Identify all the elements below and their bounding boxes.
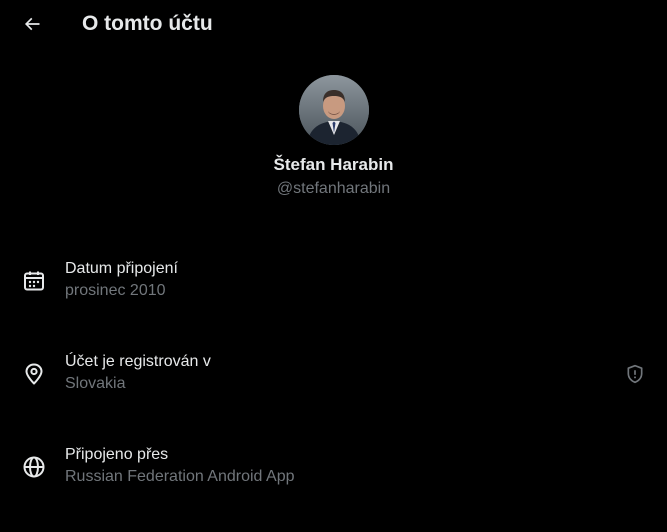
profile-summary: Štefan Harabin @stefanharabin: [0, 75, 667, 199]
globe-icon: [22, 455, 46, 479]
header: O tomto účtu: [0, 0, 667, 48]
back-button[interactable]: [14, 6, 50, 42]
registered-in-value: Slovakia: [65, 375, 126, 392]
connected-via-label: Připojeno přes: [65, 446, 169, 463]
arrow-left-icon: [24, 17, 40, 31]
connected-via-value: Russian Federation Android App: [65, 468, 295, 485]
shield-button[interactable]: [623, 362, 647, 386]
info-row-joined: Datum připojení prosinec 2010: [0, 256, 667, 306]
registered-in-label: Účet je registrován v: [65, 353, 211, 370]
avatar[interactable]: [298, 75, 369, 145]
info-row-connected-via: Připojeno přes Russian Federation Androi…: [0, 442, 667, 492]
avatar-image: [298, 75, 369, 145]
calendar-icon: [22, 269, 46, 293]
display-name: Štefan Harabin: [273, 155, 394, 174]
shield-icon: [627, 364, 643, 384]
info-row-registered-in: Účet je registrován v Slovakia: [0, 349, 667, 399]
username-handle: @stefanharabin: [276, 180, 391, 197]
location-pin-icon: [22, 362, 46, 386]
joined-value: prosinec 2010: [65, 282, 166, 299]
about-account-page: O tomto účtu Štefan Harabin @stefanharab…: [0, 0, 667, 532]
joined-label: Datum připojení: [65, 260, 178, 277]
page-title: O tomto účtu: [82, 12, 213, 35]
